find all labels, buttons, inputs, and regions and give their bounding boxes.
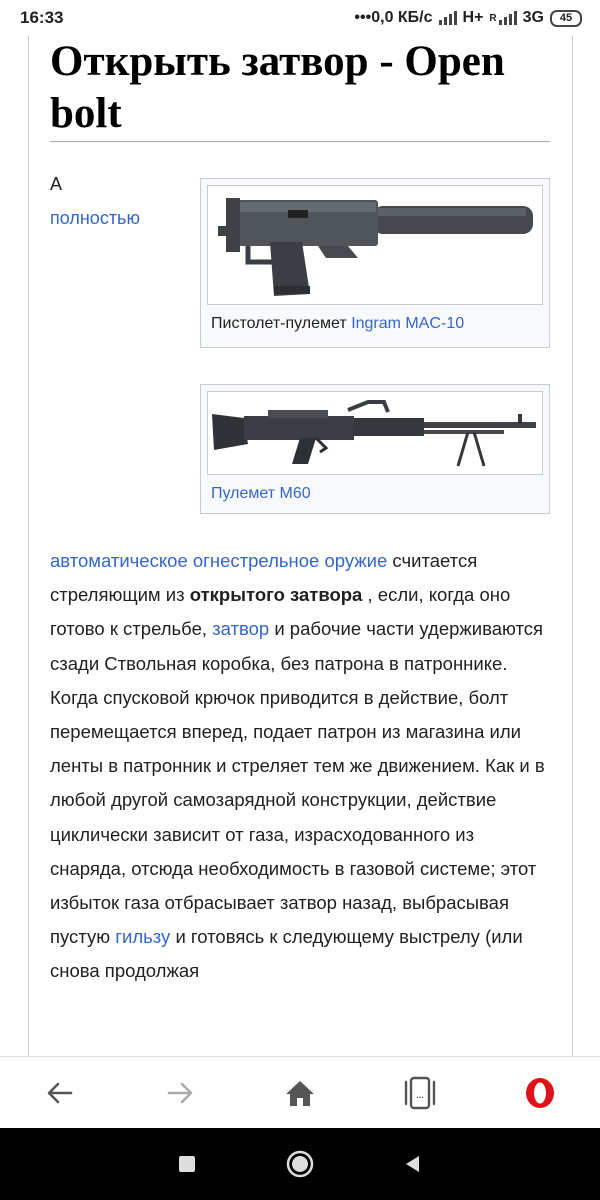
figure-m60-caption-link[interactable]: Пулемет М60 [211,485,311,502]
opera-menu-button[interactable] [510,1063,570,1123]
system-back-button[interactable] [388,1139,438,1189]
heading-divider [50,141,550,142]
article-paragraph: автоматическое огнестрельное оружие счит… [50,544,550,989]
roaming-marker: R [489,12,497,24]
page-title: Открыть затвор - Open bolt [50,38,505,137]
figure-m60: Пулемет М60 [200,384,550,514]
paragraph-bold-term: открытого затвора [189,584,363,606]
back-button[interactable] [30,1063,90,1123]
figure-mac10-caption-link[interactable]: Ingram MAC-10 [351,315,464,332]
circle-home-icon [286,1150,314,1178]
forward-button[interactable] [150,1063,210,1123]
opera-logo-icon [526,1077,554,1108]
status-bar: 16:33 •••0,0 КБ/с H+ R 3G 45 [0,0,600,36]
system-nav-bar [0,1128,600,1200]
battery-icon: 45 [550,9,582,27]
figure-mac10-caption-text: Пистолет-пулемет [211,315,347,332]
paragraph-text-3: и рабочие части удерживаются сзади Ствол… [50,618,545,948]
system-home-button[interactable] [275,1139,325,1189]
lead-word: A [50,174,63,194]
home-button[interactable] [270,1063,330,1123]
tabs-button[interactable]: ... [390,1063,450,1123]
network-type-1: H+ [462,9,484,26]
tabs-icon: ... [404,1076,436,1109]
signal-1-icon [438,11,457,25]
link-automatic-firearm[interactable]: автоматическое огнестрельное оружие [50,550,387,571]
network-speed: •••0,0 КБ/с [354,9,433,26]
link-cartridge-case[interactable]: гильзу [115,926,170,947]
tabs-label: ... [416,1090,424,1100]
recent-apps-button[interactable] [162,1139,212,1189]
signal-2-icon [498,11,517,25]
arrow-right-icon [167,1082,193,1103]
network-type-2: 3G [522,9,544,26]
square-icon [178,1156,195,1172]
figure-m60-caption: Пулемет М60 [207,475,543,507]
home-icon [286,1080,314,1106]
figure-mac10: Пистолет-пулемет Ingram MAC-10 [200,178,550,348]
lead-link[interactable]: полностью [50,208,140,229]
mac10-image[interactable] [207,185,543,305]
triangle-back-icon [406,1156,420,1172]
browser-toolbar: ... [0,1056,600,1128]
m60-image[interactable] [207,391,543,475]
figure-mac10-caption: Пистолет-пулемет Ingram MAC-10 [207,305,543,337]
article: Открыть затвор - Open bolt A полностью П… [0,36,600,1056]
arrow-left-icon [47,1082,73,1103]
status-indicators: •••0,0 КБ/с H+ R 3G 45 [354,9,582,27]
link-bolt[interactable]: затвор [212,618,269,639]
status-time: 16:33 [20,8,64,27]
